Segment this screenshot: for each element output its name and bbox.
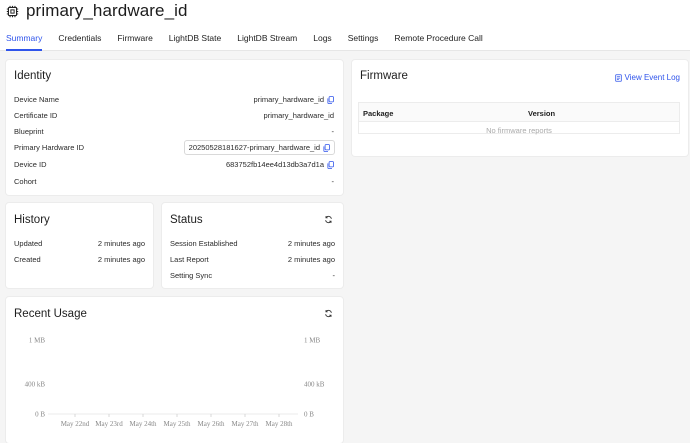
status-value-last-report: 2 minutes ago bbox=[287, 255, 335, 264]
status-title: Status bbox=[170, 214, 203, 226]
status-label-setting-sync: Setting Sync bbox=[170, 271, 213, 280]
history-label-updated: Updated bbox=[14, 239, 43, 248]
copy-icon[interactable] bbox=[327, 160, 334, 169]
x-tick-label: May 22nd bbox=[61, 420, 90, 428]
firmware-title: Firmware bbox=[360, 70, 408, 82]
identity-value-cohort: - bbox=[332, 177, 335, 186]
identity-card: Identity Device Name primary_hardware_id C… bbox=[6, 60, 343, 195]
tab-settings[interactable]: Settings bbox=[348, 26, 379, 51]
history-value-created: 2 minutes ago bbox=[97, 255, 145, 264]
history-value-updated: 2 minutes ago bbox=[97, 239, 145, 248]
identity-label-cohort: Cohort bbox=[14, 177, 37, 186]
usage-chart: 1 MB 400 kB 0 B 1 MB 400 kB 0 B May 22nd May 23… bbox=[25, 337, 325, 429]
tab-remote-procedure-call[interactable]: Remote Procedure Call bbox=[394, 26, 482, 51]
copy-icon[interactable] bbox=[323, 143, 330, 152]
event-log-icon bbox=[614, 73, 622, 82]
identity-value-device-name: primary_hardware_id bbox=[254, 95, 334, 104]
status-value-setting-sync: - bbox=[332, 271, 336, 280]
tab-summary[interactable]: Summary bbox=[6, 26, 43, 51]
chip-icon bbox=[6, 5, 19, 17]
firmware-table-header: Package Version bbox=[359, 103, 679, 122]
identity-label-certificate-id: Certificate ID bbox=[14, 111, 58, 120]
status-label-last-report: Last Report bbox=[170, 255, 209, 264]
tab-bar: Summary Credentials Firmware LightDB Sta… bbox=[0, 26, 483, 51]
y-tick-label-left: 400 kB bbox=[25, 381, 46, 389]
identity-label-primary-hardware-id: Primary Hardware ID bbox=[14, 143, 85, 152]
y-tick-label-right: 0 B bbox=[304, 411, 314, 419]
identity-value-text: primary_hardware_id bbox=[263, 111, 334, 120]
x-tick-label: May 26th bbox=[197, 420, 225, 428]
column-version: Version bbox=[528, 109, 556, 118]
page-title: primary_hardware_id bbox=[26, 1, 188, 20]
tab-firmware[interactable]: Firmware bbox=[117, 26, 152, 51]
x-tick-label: May 25th bbox=[163, 420, 191, 428]
copy-icon[interactable] bbox=[327, 95, 334, 104]
x-tick-label: May 27th bbox=[231, 420, 259, 428]
identity-label-device-id: Device ID bbox=[14, 160, 47, 169]
identity-value-text: primary_hardware_id bbox=[253, 95, 324, 104]
history-title: History bbox=[14, 214, 50, 226]
status-label-session: Session Established bbox=[170, 239, 238, 248]
firmware-table: Package Version No firmware reports bbox=[358, 102, 680, 135]
firmware-empty-state: No firmware reports bbox=[486, 126, 552, 135]
column-package: Package bbox=[363, 109, 394, 118]
refresh-icon[interactable] bbox=[324, 215, 333, 224]
y-tick-label-left: 0 B bbox=[35, 411, 45, 419]
y-tick-label-left: 1 MB bbox=[29, 337, 45, 345]
identity-value-device-id: 683752fb14ee4d13db3a7d1a bbox=[226, 160, 334, 169]
x-tick-label: May 23rd bbox=[95, 420, 123, 428]
identity-value-text: 683752fb14ee4d13db3a7d1a bbox=[225, 160, 324, 169]
tab-logs[interactable]: Logs bbox=[313, 26, 331, 51]
identity-value-text: - bbox=[331, 127, 335, 136]
firmware-card: Firmware View Event Log Package Version … bbox=[352, 60, 688, 156]
history-label-created: Created bbox=[14, 255, 41, 264]
identity-label-blueprint: Blueprint bbox=[14, 127, 44, 136]
identity-value-text: - bbox=[331, 177, 335, 186]
title-row: primary_hardware_id bbox=[6, 1, 188, 21]
x-tick-label: May 28th bbox=[265, 420, 293, 428]
y-tick-label-right: 400 kB bbox=[304, 381, 325, 389]
tab-credentials[interactable]: Credentials bbox=[58, 26, 101, 51]
device-header: primary_hardware_id Summary Credentials … bbox=[0, 0, 690, 51]
history-card: History Updated 2 minutes ago Created 2 … bbox=[6, 203, 153, 288]
identity-value-text: 20250528181627-primary_hardware_id bbox=[188, 143, 320, 152]
identity-value-certificate-id: primary_hardware_id bbox=[264, 111, 334, 120]
x-tick-label: May 24th bbox=[129, 420, 157, 428]
tab-lightdb-state[interactable]: LightDB State bbox=[169, 26, 221, 51]
view-event-log-link[interactable]: View Event Log bbox=[614, 73, 680, 82]
view-event-log-label: View Event Log bbox=[624, 73, 680, 82]
status-value-session: 2 minutes ago bbox=[287, 239, 335, 248]
identity-label-device-name: Device Name bbox=[14, 95, 60, 104]
tab-lightdb-stream[interactable]: LightDB Stream bbox=[237, 26, 297, 51]
identity-value-primary-hardware-id: 20250528181627-primary_hardware_id bbox=[183, 140, 335, 155]
y-tick-label-right: 1 MB bbox=[304, 337, 320, 345]
identity-title: Identity bbox=[14, 70, 52, 82]
identity-value-blueprint: - bbox=[332, 127, 335, 136]
status-card: Status Session Established 2 minutes ago… bbox=[162, 203, 343, 288]
recent-usage-card: Recent Usage 1 MB 400 kB 0 B1 MB 400 kB 0 BM… bbox=[6, 297, 343, 443]
